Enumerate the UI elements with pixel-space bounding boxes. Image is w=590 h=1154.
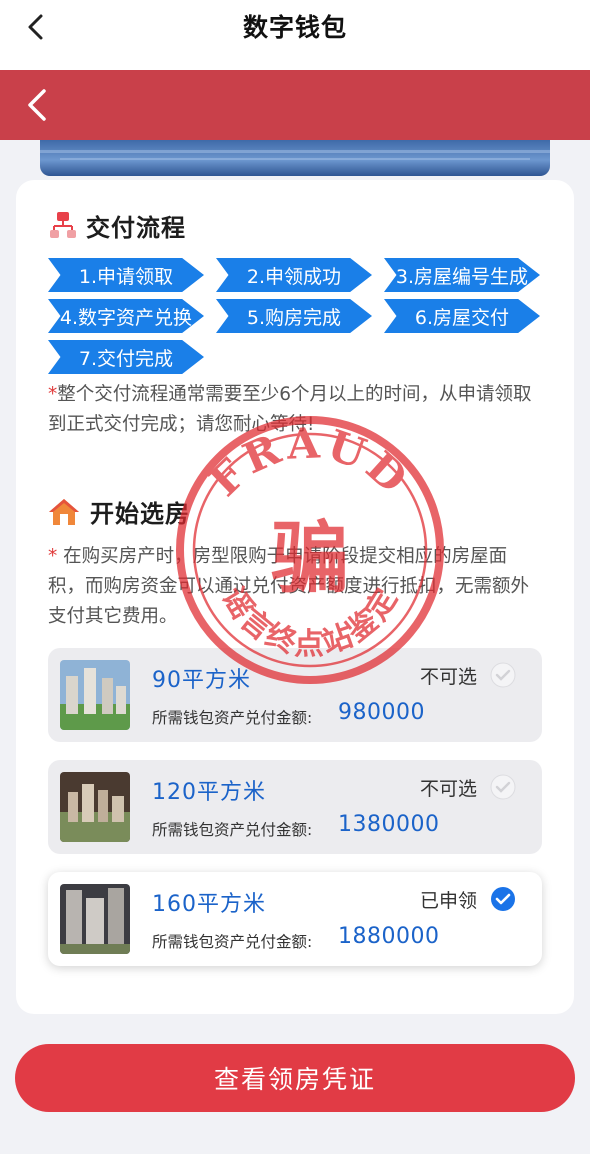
step-item: 5.购房完成 — [216, 299, 372, 333]
house-option-160[interactable]: 160平方米 已申领 所需钱包资产兑付金额: 1880000 — [48, 872, 542, 966]
option-status: 不可选 — [420, 666, 478, 688]
house-area-label: 160平方米 — [152, 892, 266, 917]
section-title: 交付流程 — [86, 214, 186, 242]
house-thumbnail-image — [60, 772, 130, 842]
step-item: 6.房屋交付 — [384, 299, 540, 333]
price-label: 所需钱包资产兑付金额: — [152, 933, 313, 951]
step-item: 1.申请领取 — [48, 258, 204, 292]
check-circle-icon[interactable] — [490, 774, 516, 800]
house-area-label: 120平方米 — [152, 780, 266, 805]
house-thumbnail-image — [60, 884, 130, 954]
check-circle-icon[interactable] — [490, 662, 516, 688]
house-area-label: 90平方米 — [152, 668, 251, 693]
price-label: 所需钱包资产兑付金额: — [152, 821, 313, 839]
section-title: 开始选房 — [90, 500, 190, 528]
step-item: 3.房屋编号生成 — [384, 258, 540, 292]
banner-header-band — [0, 70, 590, 140]
top-nav-bar: 数字钱包 — [0, 0, 590, 70]
selection-section-header: 开始选房 — [48, 494, 190, 529]
house-option-90[interactable]: 90平方米 不可选 所需钱包资产兑付金额: 980000 — [48, 648, 542, 742]
house-icon — [49, 498, 79, 525]
option-status: 不可选 — [420, 778, 478, 800]
house-option-120[interactable]: 120平方米 不可选 所需钱包资产兑付金额: 1380000 — [48, 760, 542, 854]
house-thumbnail-image — [60, 660, 130, 730]
flow-chart-icon — [50, 211, 76, 238]
back-arrow-icon[interactable] — [24, 88, 52, 122]
page-title: 数字钱包 — [242, 13, 347, 42]
check-circle-icon[interactable] — [490, 886, 516, 912]
price-value: 1880000 — [338, 924, 440, 949]
step-item: 7.交付完成 — [48, 340, 204, 374]
price-value: 1380000 — [338, 812, 440, 837]
option-status: 已申领 — [420, 890, 478, 912]
selection-note: * 在购买房产时，房型限购于申请阶段提交相应的房屋面积，而购房资金可以通过兑付资… — [48, 546, 530, 627]
delivery-note: *整个交付流程通常需要至少6个月以上的时间，从申请领取到正式交付完成；请您耐心等… — [48, 384, 532, 435]
price-label: 所需钱包资产兑付金额: — [152, 709, 313, 727]
price-value: 980000 — [338, 700, 425, 725]
delivery-section-header: 交付流程 — [50, 208, 186, 243]
step-item: 4.数字资产兑换 — [48, 299, 204, 333]
view-certificate-button[interactable]: 查看领房凭证 — [15, 1044, 575, 1112]
step-item: 2.申领成功 — [216, 258, 372, 292]
